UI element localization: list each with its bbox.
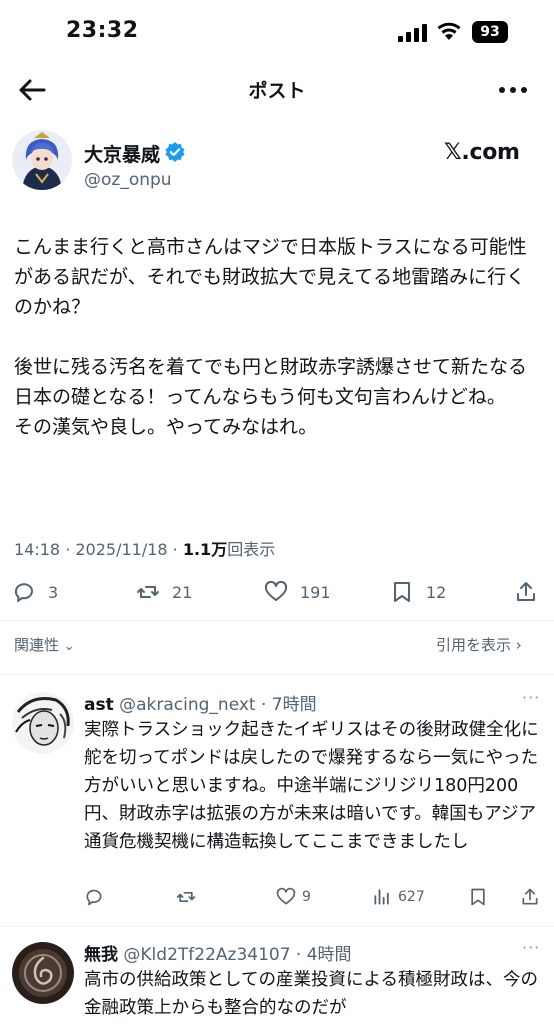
view-count-label: 回表示	[227, 540, 276, 559]
wifi-icon	[437, 22, 461, 40]
author-name[interactable]: 大京暴威	[84, 140, 160, 167]
sort-label: 関連性	[14, 636, 60, 654]
quotes-label: 引用を表示	[436, 636, 512, 654]
repost-icon	[137, 586, 159, 598]
reply-author-handle[interactable]: @Kld2Tf22Az34107 · 4時間	[123, 945, 351, 965]
reply-reply-button[interactable]	[84, 886, 110, 908]
reply-icon	[14, 583, 33, 602]
reply-like-button[interactable]: 9	[276, 886, 311, 908]
post-meta: 14:18 · 2025/11/18 · 1.1万回表示	[14, 536, 275, 560]
reply-header: 無我 @Kld2Tf22Az34107 · 4時間	[84, 940, 352, 965]
battery-indicator: 93	[472, 21, 508, 43]
reply-views-button[interactable]: 627	[372, 886, 425, 908]
chevron-down-icon: ⌄	[63, 639, 75, 654]
reply-text: 高市の供給政策としての産業投資による積極財政は、今の金融政策上からも整合的なのだ…	[84, 970, 538, 1018]
post-text: こんまま行くと高市さんはマジで日本版トラスになる可能性がある訳だが、それでも財政…	[14, 236, 528, 438]
reply-repost-button[interactable]	[176, 886, 202, 908]
reply-more-icon[interactable]: ···	[522, 688, 540, 707]
reply-avatar[interactable]	[12, 692, 74, 754]
dark-emblem-avatar-icon	[12, 942, 74, 1004]
bookmark-count: 12	[426, 582, 447, 602]
chevron-right-icon: ›	[515, 636, 522, 654]
cellular-signal-icon	[398, 24, 427, 42]
reply-more-icon[interactable]: ···	[522, 938, 540, 957]
reply-share-button[interactable]	[520, 886, 546, 908]
status-time: 23:32	[66, 18, 139, 43]
repost-icon	[176, 892, 196, 902]
author-handle[interactable]: @oz_onpu	[84, 170, 172, 190]
reply-bookmark-button[interactable]	[468, 886, 494, 908]
analytics-bars-icon	[374, 889, 389, 905]
reply-author-name[interactable]: ast	[84, 695, 114, 715]
author-avatar[interactable]	[12, 130, 72, 190]
verified-badge-icon	[165, 142, 185, 162]
heart-icon	[276, 887, 296, 905]
reply-icon	[86, 889, 102, 906]
heart-icon	[264, 580, 288, 601]
sketch-avatar-icon	[12, 692, 74, 754]
reply-text: 実際トラスショック起きたイギリスはその後財政健全化に舵を切ってポンドは戻したので…	[84, 720, 539, 852]
reply-view-count: 627	[398, 889, 425, 905]
more-options-icon[interactable]	[496, 78, 530, 102]
reply-button[interactable]: 3	[12, 578, 58, 606]
reply-author-handle[interactable]: @akracing_next · 7時間	[119, 695, 317, 715]
repost-button[interactable]: 21	[136, 578, 192, 606]
reply-like-count: 9	[302, 889, 311, 905]
divider	[0, 926, 554, 927]
post-timestamp[interactable]: 14:18 · 2025/11/18 ·	[14, 540, 183, 559]
view-count: 1.1万	[182, 540, 228, 559]
view-quotes-link[interactable]: 引用を表示 ›	[436, 634, 522, 655]
page-title: ポスト	[248, 80, 306, 102]
share-icon	[517, 582, 535, 601]
reply-header: ast @akracing_next · 7時間	[84, 690, 317, 715]
like-count: 191	[300, 582, 331, 602]
anime-avatar-icon	[12, 130, 72, 190]
xcom-watermark: 𝕏.com	[444, 140, 520, 165]
divider	[0, 674, 554, 675]
reply-avatar[interactable]	[12, 942, 74, 1004]
share-icon	[522, 888, 538, 905]
share-button[interactable]	[514, 578, 550, 606]
sort-relevance-dropdown[interactable]: 関連性 ⌄	[14, 634, 75, 655]
repost-count: 21	[172, 582, 193, 602]
bookmark-icon	[471, 888, 485, 906]
reply-author-name[interactable]: 無我	[84, 945, 118, 965]
bookmark-icon	[394, 582, 410, 602]
like-button[interactable]: 191	[264, 578, 331, 606]
bookmark-button[interactable]: 12	[390, 578, 446, 606]
divider	[0, 620, 554, 621]
reply-count: 3	[48, 582, 59, 602]
